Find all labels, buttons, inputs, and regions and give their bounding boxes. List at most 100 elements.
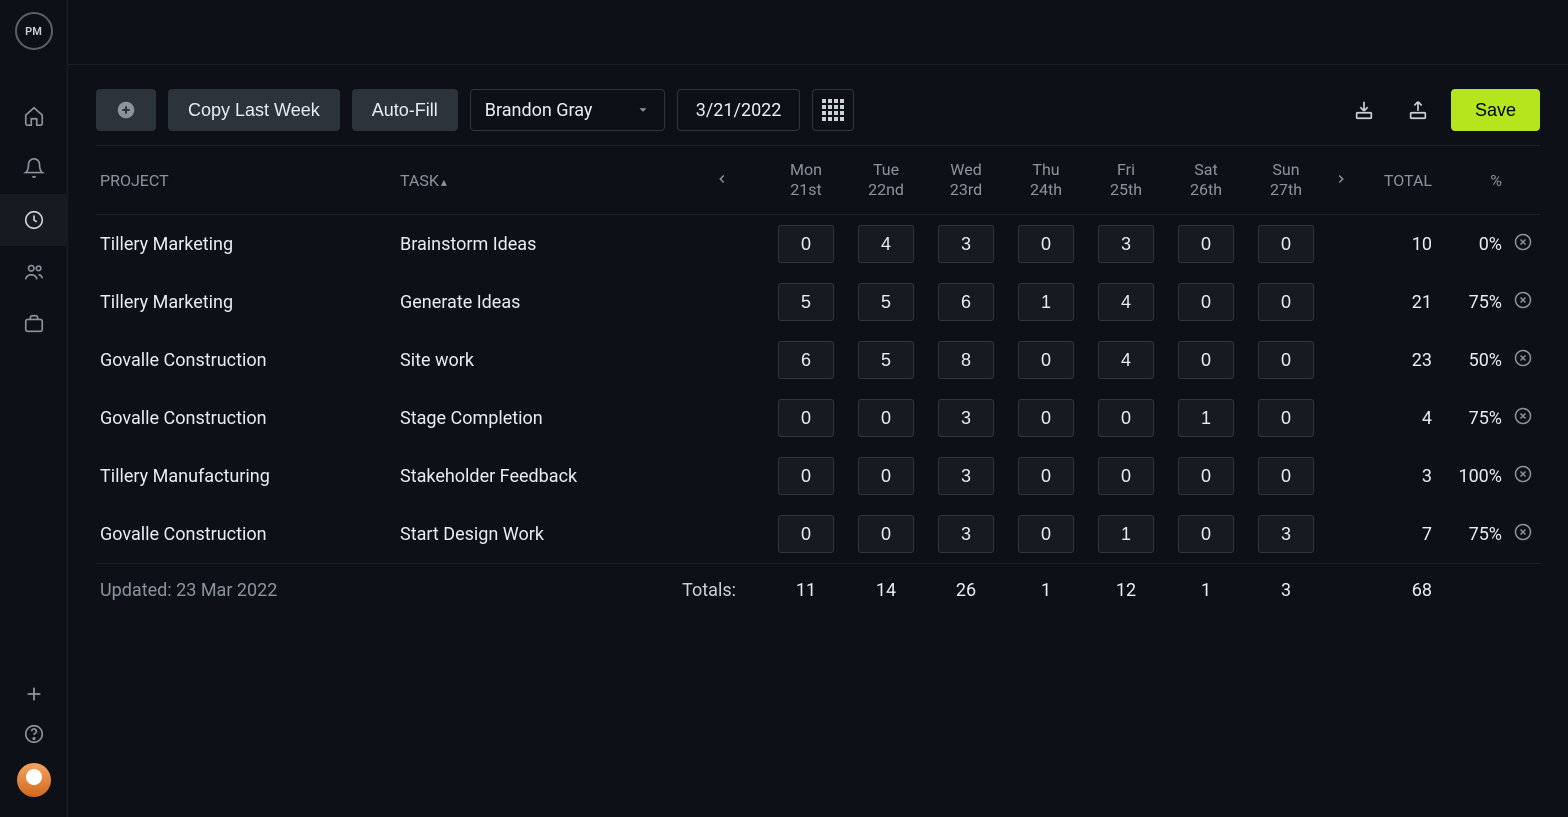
project-cell: Tillery Marketing <box>96 215 396 274</box>
hours-input[interactable] <box>1178 225 1234 263</box>
hours-input[interactable] <box>858 225 914 263</box>
row-percent: 75% <box>1436 273 1506 331</box>
nav-home[interactable] <box>0 90 68 142</box>
delete-row-icon[interactable] <box>1513 464 1533 484</box>
hours-input[interactable] <box>1018 515 1074 553</box>
header-day-6: Sun27th <box>1246 146 1326 215</box>
hours-input[interactable] <box>1018 225 1074 263</box>
hours-input[interactable] <box>1178 283 1234 321</box>
hours-input[interactable] <box>938 225 994 263</box>
hours-input[interactable] <box>778 399 834 437</box>
briefcase-icon <box>23 313 45 335</box>
hours-input[interactable] <box>1258 457 1314 495</box>
header-task[interactable]: TASK▴ <box>396 146 678 215</box>
hours-input[interactable] <box>778 457 834 495</box>
table-row: Govalle ConstructionSite work2350% <box>96 331 1540 389</box>
next-week-button[interactable] <box>1326 146 1356 215</box>
calendar-button[interactable] <box>812 89 854 131</box>
task-cell: Start Design Work <box>396 505 678 564</box>
hours-input[interactable] <box>1098 341 1154 379</box>
nav-notifications[interactable] <box>0 142 68 194</box>
hours-input[interactable] <box>1018 399 1074 437</box>
add-entry-button[interactable] <box>96 89 156 131</box>
prev-week-button[interactable] <box>678 146 766 215</box>
total-day-2: 26 <box>926 564 1006 618</box>
hours-input[interactable] <box>1018 341 1074 379</box>
project-cell: Tillery Marketing <box>96 273 396 331</box>
hours-input[interactable] <box>858 457 914 495</box>
delete-row-icon[interactable] <box>1513 232 1533 252</box>
header-day-5: Sat26th <box>1166 146 1246 215</box>
hours-input[interactable] <box>1098 225 1154 263</box>
hours-input[interactable] <box>938 399 994 437</box>
copy-last-week-button[interactable]: Copy Last Week <box>168 89 340 131</box>
user-select[interactable]: Brandon Gray <box>470 89 665 131</box>
sort-asc-icon: ▴ <box>441 175 447 189</box>
hours-input[interactable] <box>1098 399 1154 437</box>
hours-input[interactable] <box>938 283 994 321</box>
nav-add[interactable] <box>0 683 68 705</box>
hours-input[interactable] <box>858 341 914 379</box>
hours-input[interactable] <box>938 341 994 379</box>
hours-input[interactable] <box>1258 225 1314 263</box>
task-cell: Stakeholder Feedback <box>396 447 678 505</box>
row-total: 4 <box>1356 389 1436 447</box>
main: Copy Last Week Auto-Fill Brandon Gray 3/… <box>68 0 1568 817</box>
header-project[interactable]: PROJECT <box>96 146 396 215</box>
user-avatar[interactable] <box>17 763 51 797</box>
hours-input[interactable] <box>1018 457 1074 495</box>
people-icon <box>23 261 45 283</box>
hours-input[interactable] <box>778 515 834 553</box>
delete-row-icon[interactable] <box>1513 290 1533 310</box>
hours-input[interactable] <box>1178 399 1234 437</box>
task-cell: Generate Ideas <box>396 273 678 331</box>
import-button[interactable] <box>1343 89 1385 131</box>
header-percent: % <box>1436 146 1506 215</box>
plus-circle-icon <box>115 99 137 121</box>
hours-input[interactable] <box>1018 283 1074 321</box>
hours-input[interactable] <box>1258 515 1314 553</box>
hours-input[interactable] <box>858 399 914 437</box>
header-day-2: Wed23rd <box>926 146 1006 215</box>
save-button[interactable]: Save <box>1451 89 1540 131</box>
header-day-1: Tue22nd <box>846 146 926 215</box>
row-total: 21 <box>1356 273 1436 331</box>
hours-input[interactable] <box>1098 457 1154 495</box>
hours-input[interactable] <box>938 515 994 553</box>
chevron-right-icon <box>1334 172 1348 186</box>
timesheet-table: PROJECT TASK▴ Mon21st Tue22nd Wed23rd Th… <box>96 145 1540 617</box>
nav-projects[interactable] <box>0 298 68 350</box>
hours-input[interactable] <box>1258 283 1314 321</box>
hours-input[interactable] <box>1258 399 1314 437</box>
header-day-0: Mon21st <box>766 146 846 215</box>
hours-input[interactable] <box>778 283 834 321</box>
hours-input[interactable] <box>778 225 834 263</box>
project-cell: Govalle Construction <box>96 505 396 564</box>
date-input[interactable]: 3/21/2022 <box>677 89 801 131</box>
hours-input[interactable] <box>1098 515 1154 553</box>
hours-input[interactable] <box>938 457 994 495</box>
row-percent: 75% <box>1436 389 1506 447</box>
home-icon <box>23 105 45 127</box>
hours-input[interactable] <box>1098 283 1154 321</box>
hours-input[interactable] <box>858 515 914 553</box>
auto-fill-button[interactable]: Auto-Fill <box>352 89 458 131</box>
project-cell: Govalle Construction <box>96 389 396 447</box>
hours-input[interactable] <box>778 341 834 379</box>
delete-row-icon[interactable] <box>1513 522 1533 542</box>
hours-input[interactable] <box>1258 341 1314 379</box>
task-cell: Site work <box>396 331 678 389</box>
nav-help[interactable] <box>0 723 68 745</box>
nav-timesheet[interactable] <box>0 194 68 246</box>
nav-team[interactable] <box>0 246 68 298</box>
delete-row-icon[interactable] <box>1513 406 1533 426</box>
hours-input[interactable] <box>1178 457 1234 495</box>
hours-input[interactable] <box>1178 515 1234 553</box>
row-total: 7 <box>1356 505 1436 564</box>
table-row: Govalle ConstructionStart Design Work775… <box>96 505 1540 564</box>
hours-input[interactable] <box>858 283 914 321</box>
export-button[interactable] <box>1397 89 1439 131</box>
delete-row-icon[interactable] <box>1513 348 1533 368</box>
hours-input[interactable] <box>1178 341 1234 379</box>
bell-icon <box>23 157 45 179</box>
